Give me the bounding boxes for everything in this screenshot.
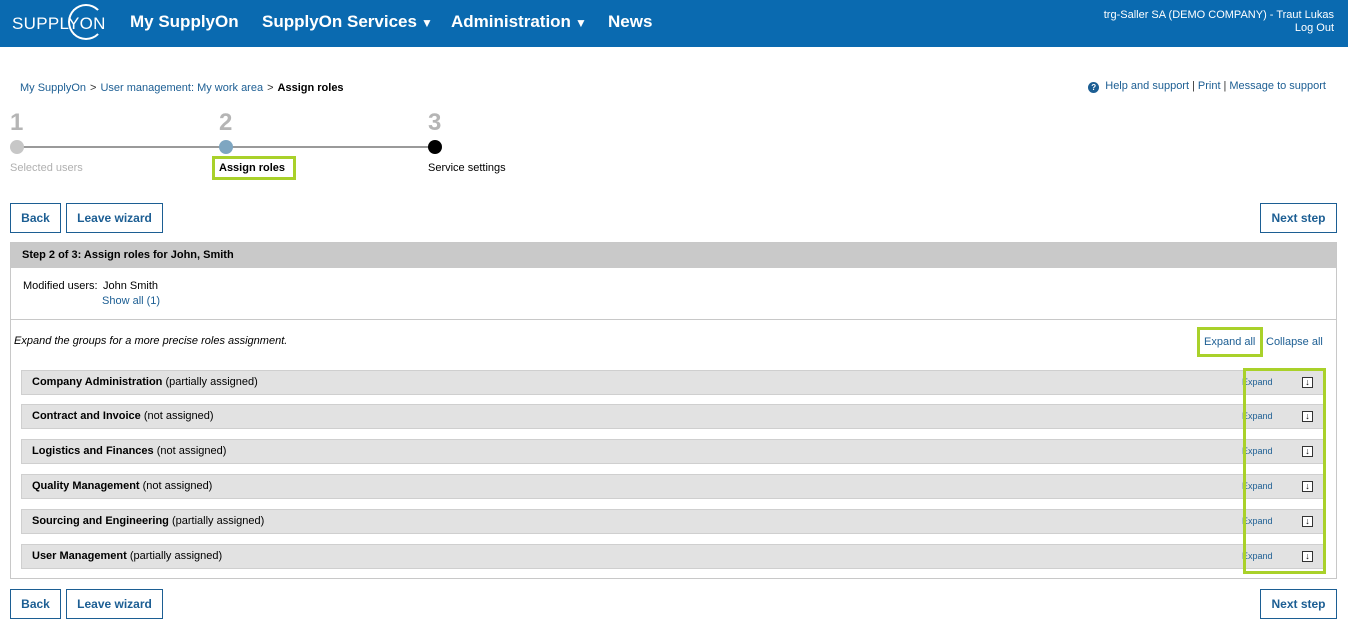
nav-my-supplyon[interactable]: My SupplyOn — [130, 12, 239, 32]
expand-down-icon[interactable]: ↓ — [1302, 446, 1313, 457]
instruction-text: Expand the groups for a more precise rol… — [14, 335, 288, 347]
wizard-step-number: 3 — [428, 109, 442, 136]
divider — [11, 319, 1336, 320]
group-status: (partially assigned) — [129, 550, 223, 562]
group-status: (partially assigned) — [171, 515, 265, 527]
logout-link[interactable]: Log Out — [1104, 22, 1334, 35]
group-status: (not assigned) — [143, 410, 214, 422]
supplyon-logo[interactable]: SUPPLYON — [12, 4, 105, 42]
expand-down-icon[interactable]: ↓ — [1302, 481, 1313, 492]
wizard-step-number: 1 — [10, 109, 24, 136]
expand-down-icon[interactable]: ↓ — [1302, 516, 1313, 527]
group-row-company-administration[interactable]: Company Administration (partially assign… — [21, 370, 1326, 395]
breadcrumb: My SupplyOn > User management: My work are… — [20, 82, 344, 94]
group-status: (not assigned) — [156, 445, 227, 457]
wizard-step-number: 2 — [219, 109, 233, 136]
leave-wizard-button[interactable]: Leave wizard — [66, 203, 163, 233]
next-step-button[interactable]: Next step — [1260, 589, 1337, 619]
top-bar: SUPPLYON My SupplyOn SupplyOn Services ▼ … — [0, 0, 1348, 47]
nav-label: News — [608, 12, 653, 31]
user-name: trg-Saller SA (DEMO COMPANY) - Traut Luk… — [1103, 9, 1334, 21]
group-row-contract-and-invoice[interactable]: Contract and Invoice (not assigned) Expa… — [21, 404, 1326, 429]
print-link[interactable]: Print — [1198, 80, 1221, 92]
breadcrumb-separator: > — [267, 82, 274, 94]
expand-down-icon[interactable]: ↓ — [1302, 411, 1313, 422]
back-button[interactable]: Back — [10, 589, 61, 619]
group-row-logistics-and-finances[interactable]: Logistics and Finances (not assigned) Ex… — [21, 439, 1326, 464]
group-name: User Management — [32, 550, 127, 562]
separator: | — [1192, 80, 1195, 92]
wizard-progress: 1 Selected users 2 Assign roles 3 Servic… — [0, 108, 520, 180]
help-links: ? Help and support | Print | Message to suppo… — [1088, 80, 1326, 93]
breadcrumb-my-supplyon[interactable]: My SupplyOn — [20, 82, 86, 94]
wizard-step-label: Assign roles — [219, 162, 286, 174]
modified-users-value: John Smith — [103, 280, 159, 292]
nav-label: Administration — [451, 12, 571, 31]
caret-down-icon: ▼ — [420, 16, 433, 30]
group-expand-link[interactable]: Expand — [1242, 440, 1273, 463]
group-name: Contract and Invoice — [32, 410, 141, 422]
assign-roles-panel: Step 2 of 3: Assign roles for John, Smit… — [10, 242, 1337, 579]
separator: | — [1223, 80, 1227, 92]
group-expand-link[interactable]: Expand — [1242, 371, 1273, 394]
wizard-step-dot — [219, 140, 233, 154]
breadcrumb-current: Assign roles — [277, 82, 344, 94]
group-row-user-management[interactable]: User Management (partially assigned) Exp… — [21, 544, 1326, 569]
group-name: Sourcing and Engineering — [32, 515, 169, 527]
group-status: (not assigned) — [142, 480, 213, 492]
user-info: trg-Saller SA (DEMO COMPANY) - Traut Luk… — [1104, 9, 1334, 35]
nav-supplyon-services[interactable]: SupplyOn Services ▼ — [262, 12, 433, 32]
expand-all-link[interactable]: Expand all — [1204, 336, 1255, 348]
collapse-all-link[interactable]: Collapse all — [1266, 336, 1323, 348]
group-expand-link[interactable]: Expand — [1242, 510, 1273, 533]
question-circle-icon: ? — [1088, 82, 1100, 93]
nav-administration[interactable]: Administration ▼ — [451, 12, 587, 32]
panel-title: Step 2 of 3: Assign roles for John, Smit… — [11, 243, 1336, 268]
group-name: Company Administration — [32, 376, 163, 388]
group-row-quality-management[interactable]: Quality Management (not assigned) Expand… — [21, 474, 1326, 499]
wizard-step-label: Selected users — [10, 162, 83, 174]
help-and-support-link[interactable]: Help and support — [1105, 80, 1189, 92]
caret-down-icon: ▼ — [574, 16, 587, 30]
group-expand-link[interactable]: Expand — [1242, 545, 1273, 568]
group-expand-link[interactable]: Expand — [1242, 405, 1273, 428]
logo-ring-icon — [68, 4, 104, 40]
breadcrumb-separator: > — [90, 82, 97, 94]
group-name: Logistics and Finances — [32, 445, 154, 457]
leave-wizard-button[interactable]: Leave wizard — [66, 589, 163, 619]
wizard-step-dot — [428, 140, 442, 154]
message-to-support-link[interactable]: Message to support — [1229, 80, 1326, 92]
wizard-line — [226, 146, 434, 148]
wizard-line — [17, 146, 225, 148]
expand-down-icon[interactable]: ↓ — [1302, 551, 1313, 562]
expand-down-icon[interactable]: ↓ — [1302, 377, 1313, 388]
nav-label: My SupplyOn — [130, 12, 239, 31]
modified-users-label: Modified users: — [23, 280, 98, 292]
breadcrumb-user-management[interactable]: User management: My work area — [100, 82, 263, 94]
nav-news[interactable]: News — [608, 12, 652, 32]
show-all-link[interactable]: Show all (1) — [102, 295, 160, 307]
back-button[interactable]: Back — [10, 203, 61, 233]
group-expand-link[interactable]: Expand — [1242, 475, 1273, 498]
nav-label: SupplyOn Services — [262, 12, 417, 31]
wizard-step-label: Service settings — [428, 162, 506, 174]
wizard-step-dot — [10, 140, 24, 154]
next-step-button[interactable]: Next step — [1260, 203, 1337, 233]
group-status: (partially assigned) — [165, 376, 258, 388]
group-name: Quality Management — [32, 480, 140, 492]
group-row-sourcing-and-engineering[interactable]: Sourcing and Engineering (partially assi… — [21, 509, 1326, 534]
